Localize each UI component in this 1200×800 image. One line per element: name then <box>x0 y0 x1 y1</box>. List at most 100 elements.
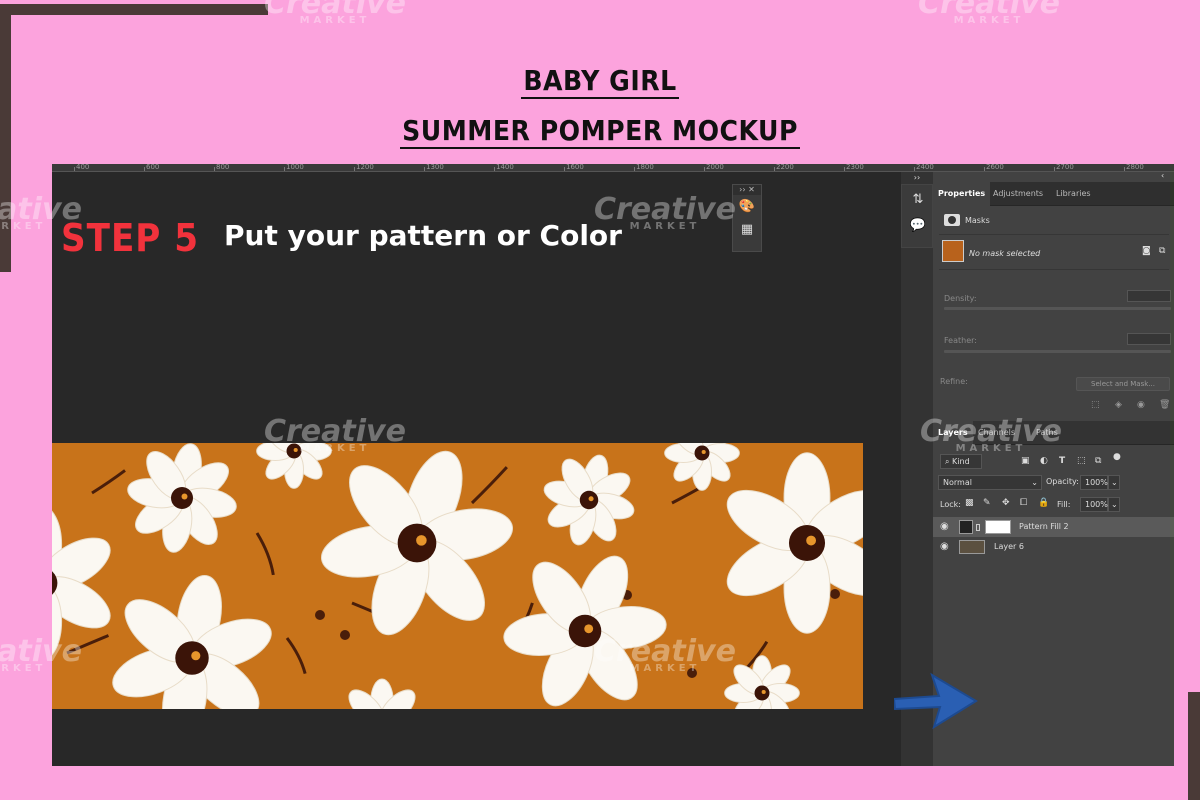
daisy-flower <box>543 454 635 546</box>
ruler-tick-label: 2000 <box>706 164 724 171</box>
ruler-tick-label: 1600 <box>566 164 584 171</box>
ruler-tick-label: 1200 <box>356 164 374 171</box>
step-label: STEP 5 <box>61 216 200 260</box>
layer-row-pattern-fill[interactable]: ◉ Pattern Fill 2 <box>933 517 1174 537</box>
lock-move-icon[interactable]: ✥ <box>1002 498 1010 508</box>
no-mask-text: No mask selected <box>969 249 1041 258</box>
visibility-icon[interactable]: ◉ <box>1137 400 1145 410</box>
daisy-flower <box>112 575 272 709</box>
ruler-tick <box>774 167 775 171</box>
apply-mask-icon[interactable]: ◈ <box>1115 400 1122 410</box>
filter-smart-icon[interactable]: ⧉ <box>1095 456 1101 466</box>
ruler-tick <box>984 167 985 171</box>
eye-icon[interactable]: ◉ <box>940 537 949 557</box>
collapse-icon[interactable]: ›› ✕ <box>733 185 761 195</box>
ruler-tick <box>1124 167 1125 171</box>
feather-label: Feather: <box>944 336 977 345</box>
layers-tabs: Layers Channels Paths <box>933 421 1174 445</box>
lock-label: Lock: <box>940 500 961 509</box>
tab-libraries[interactable]: Libraries <box>1051 182 1096 206</box>
leaf-sprig <box>470 466 508 505</box>
opacity-input[interactable]: 100% <box>1080 475 1108 490</box>
ruler-tick-label: 400 <box>76 164 90 171</box>
fill-chevron-icon[interactable]: ⌄ <box>1108 497 1120 512</box>
vector-mask-icon[interactable]: ⧉ <box>1159 246 1165 256</box>
tab-adjustments[interactable]: Adjustments <box>988 182 1048 206</box>
filter-toggle-icon[interactable]: ● <box>1113 452 1121 462</box>
link-icon <box>976 524 980 531</box>
refine-label: Refine: <box>940 377 968 386</box>
ruler-tick-label: 1400 <box>496 164 514 171</box>
daisy-flower <box>256 443 332 489</box>
expand-panels-icon[interactable]: ›› <box>901 172 933 184</box>
ruler-tick <box>74 167 75 171</box>
daisy-flower <box>724 655 800 709</box>
density-slider[interactable] <box>944 307 1171 310</box>
step-instruction: Put your pattern or Color <box>224 219 622 252</box>
pattern-dot <box>315 610 325 620</box>
mask-thumbnail <box>942 240 964 262</box>
corner-frame-top <box>0 4 268 15</box>
ruler-tick <box>564 167 565 171</box>
lock-transparency-icon[interactable]: ▩ <box>965 498 974 508</box>
ruler-tick-label: 1300 <box>426 164 444 171</box>
ruler-tick <box>704 167 705 171</box>
watermark: CreativeMARKET <box>264 0 406 26</box>
floating-tool-panel: ›› ✕ 🎨 ▦ <box>732 184 762 252</box>
opacity-chevron-icon[interactable]: ⌄ <box>1108 475 1120 490</box>
adjust-icon[interactable]: ⇅ <box>907 190 929 210</box>
ruler-tick <box>494 167 495 171</box>
lock-all-icon[interactable]: 🔒 <box>1038 498 1049 508</box>
tab-paths[interactable]: Paths <box>1031 421 1063 445</box>
tab-layers[interactable]: Layers <box>933 421 973 445</box>
lock-artboard-icon[interactable]: ⧠ <box>1020 498 1027 508</box>
masks-label: Masks <box>965 216 990 225</box>
mask-icon <box>944 214 960 226</box>
blend-mode-value: Normal <box>943 478 972 487</box>
blue-arrow-icon <box>894 672 978 730</box>
feather-slider[interactable] <box>944 350 1171 353</box>
panel-menu-icon[interactable]: ‹ <box>1161 171 1164 180</box>
ruler-tick <box>1054 167 1055 171</box>
ruler-tick <box>144 167 145 171</box>
fill-label: Fill: <box>1057 500 1071 509</box>
tab-properties[interactable]: Properties <box>933 182 991 206</box>
select-and-mask-button[interactable]: Select and Mask... <box>1076 377 1170 391</box>
filter-shape-icon[interactable]: ⬚ <box>1077 456 1086 466</box>
pattern-dot <box>340 630 350 640</box>
feather-input[interactable] <box>1127 333 1171 345</box>
palette-icon[interactable]: 🎨 <box>733 195 761 218</box>
density-label: Density: <box>944 294 977 303</box>
grid-icon[interactable]: ▦ <box>733 218 761 241</box>
delete-mask-icon[interactable]: 🗑 <box>1159 400 1170 410</box>
ruler-tick <box>214 167 215 171</box>
filter-pixel-icon[interactable]: ▣ <box>1021 456 1030 466</box>
kind-filter[interactable]: ⌕ Kind <box>940 454 982 469</box>
filter-adjustment-icon[interactable]: ◐ <box>1040 456 1048 466</box>
ruler-tick <box>914 167 915 171</box>
layer-row-layer6[interactable]: ◉ Layer 6 <box>933 537 1174 557</box>
ruler-tick-label: 2800 <box>1126 164 1144 171</box>
photoshop-screenshot: 400 600 800 1000 1200 1300 1400 1600 1800 2000 220… <box>52 164 1174 766</box>
lock-paint-icon[interactable]: ✎ <box>983 498 991 508</box>
density-input[interactable] <box>1127 290 1171 302</box>
leaf-sprig <box>66 634 110 655</box>
filter-type-icon[interactable]: T <box>1059 456 1065 466</box>
properties-tabs: Properties Adjustments Libraries <box>933 182 1174 206</box>
fill-input[interactable]: 100% <box>1080 497 1108 512</box>
pattern-dot <box>687 668 697 678</box>
page-title-line2: SUMMER POMPER MOCKUP <box>400 114 800 149</box>
eye-icon[interactable]: ◉ <box>940 517 949 537</box>
mask-thumbnail-layer <box>985 520 1011 534</box>
pixel-mask-icon[interactable]: ◙ <box>1142 246 1151 256</box>
ruler-tick <box>284 167 285 171</box>
blend-mode-select[interactable]: Normal ⌄ <box>938 475 1042 490</box>
tab-channels[interactable]: Channels <box>973 421 1020 445</box>
ruler-tick-label: 2300 <box>846 164 864 171</box>
ruler-tick-label: 2600 <box>986 164 1004 171</box>
load-selection-icon[interactable]: ⬚ <box>1091 400 1100 410</box>
ruler-tick-label: 1800 <box>636 164 654 171</box>
layer-thumbnail <box>959 540 985 554</box>
layer-name: Layer 6 <box>994 542 1024 551</box>
comment-icon[interactable]: 💬 <box>907 216 929 236</box>
